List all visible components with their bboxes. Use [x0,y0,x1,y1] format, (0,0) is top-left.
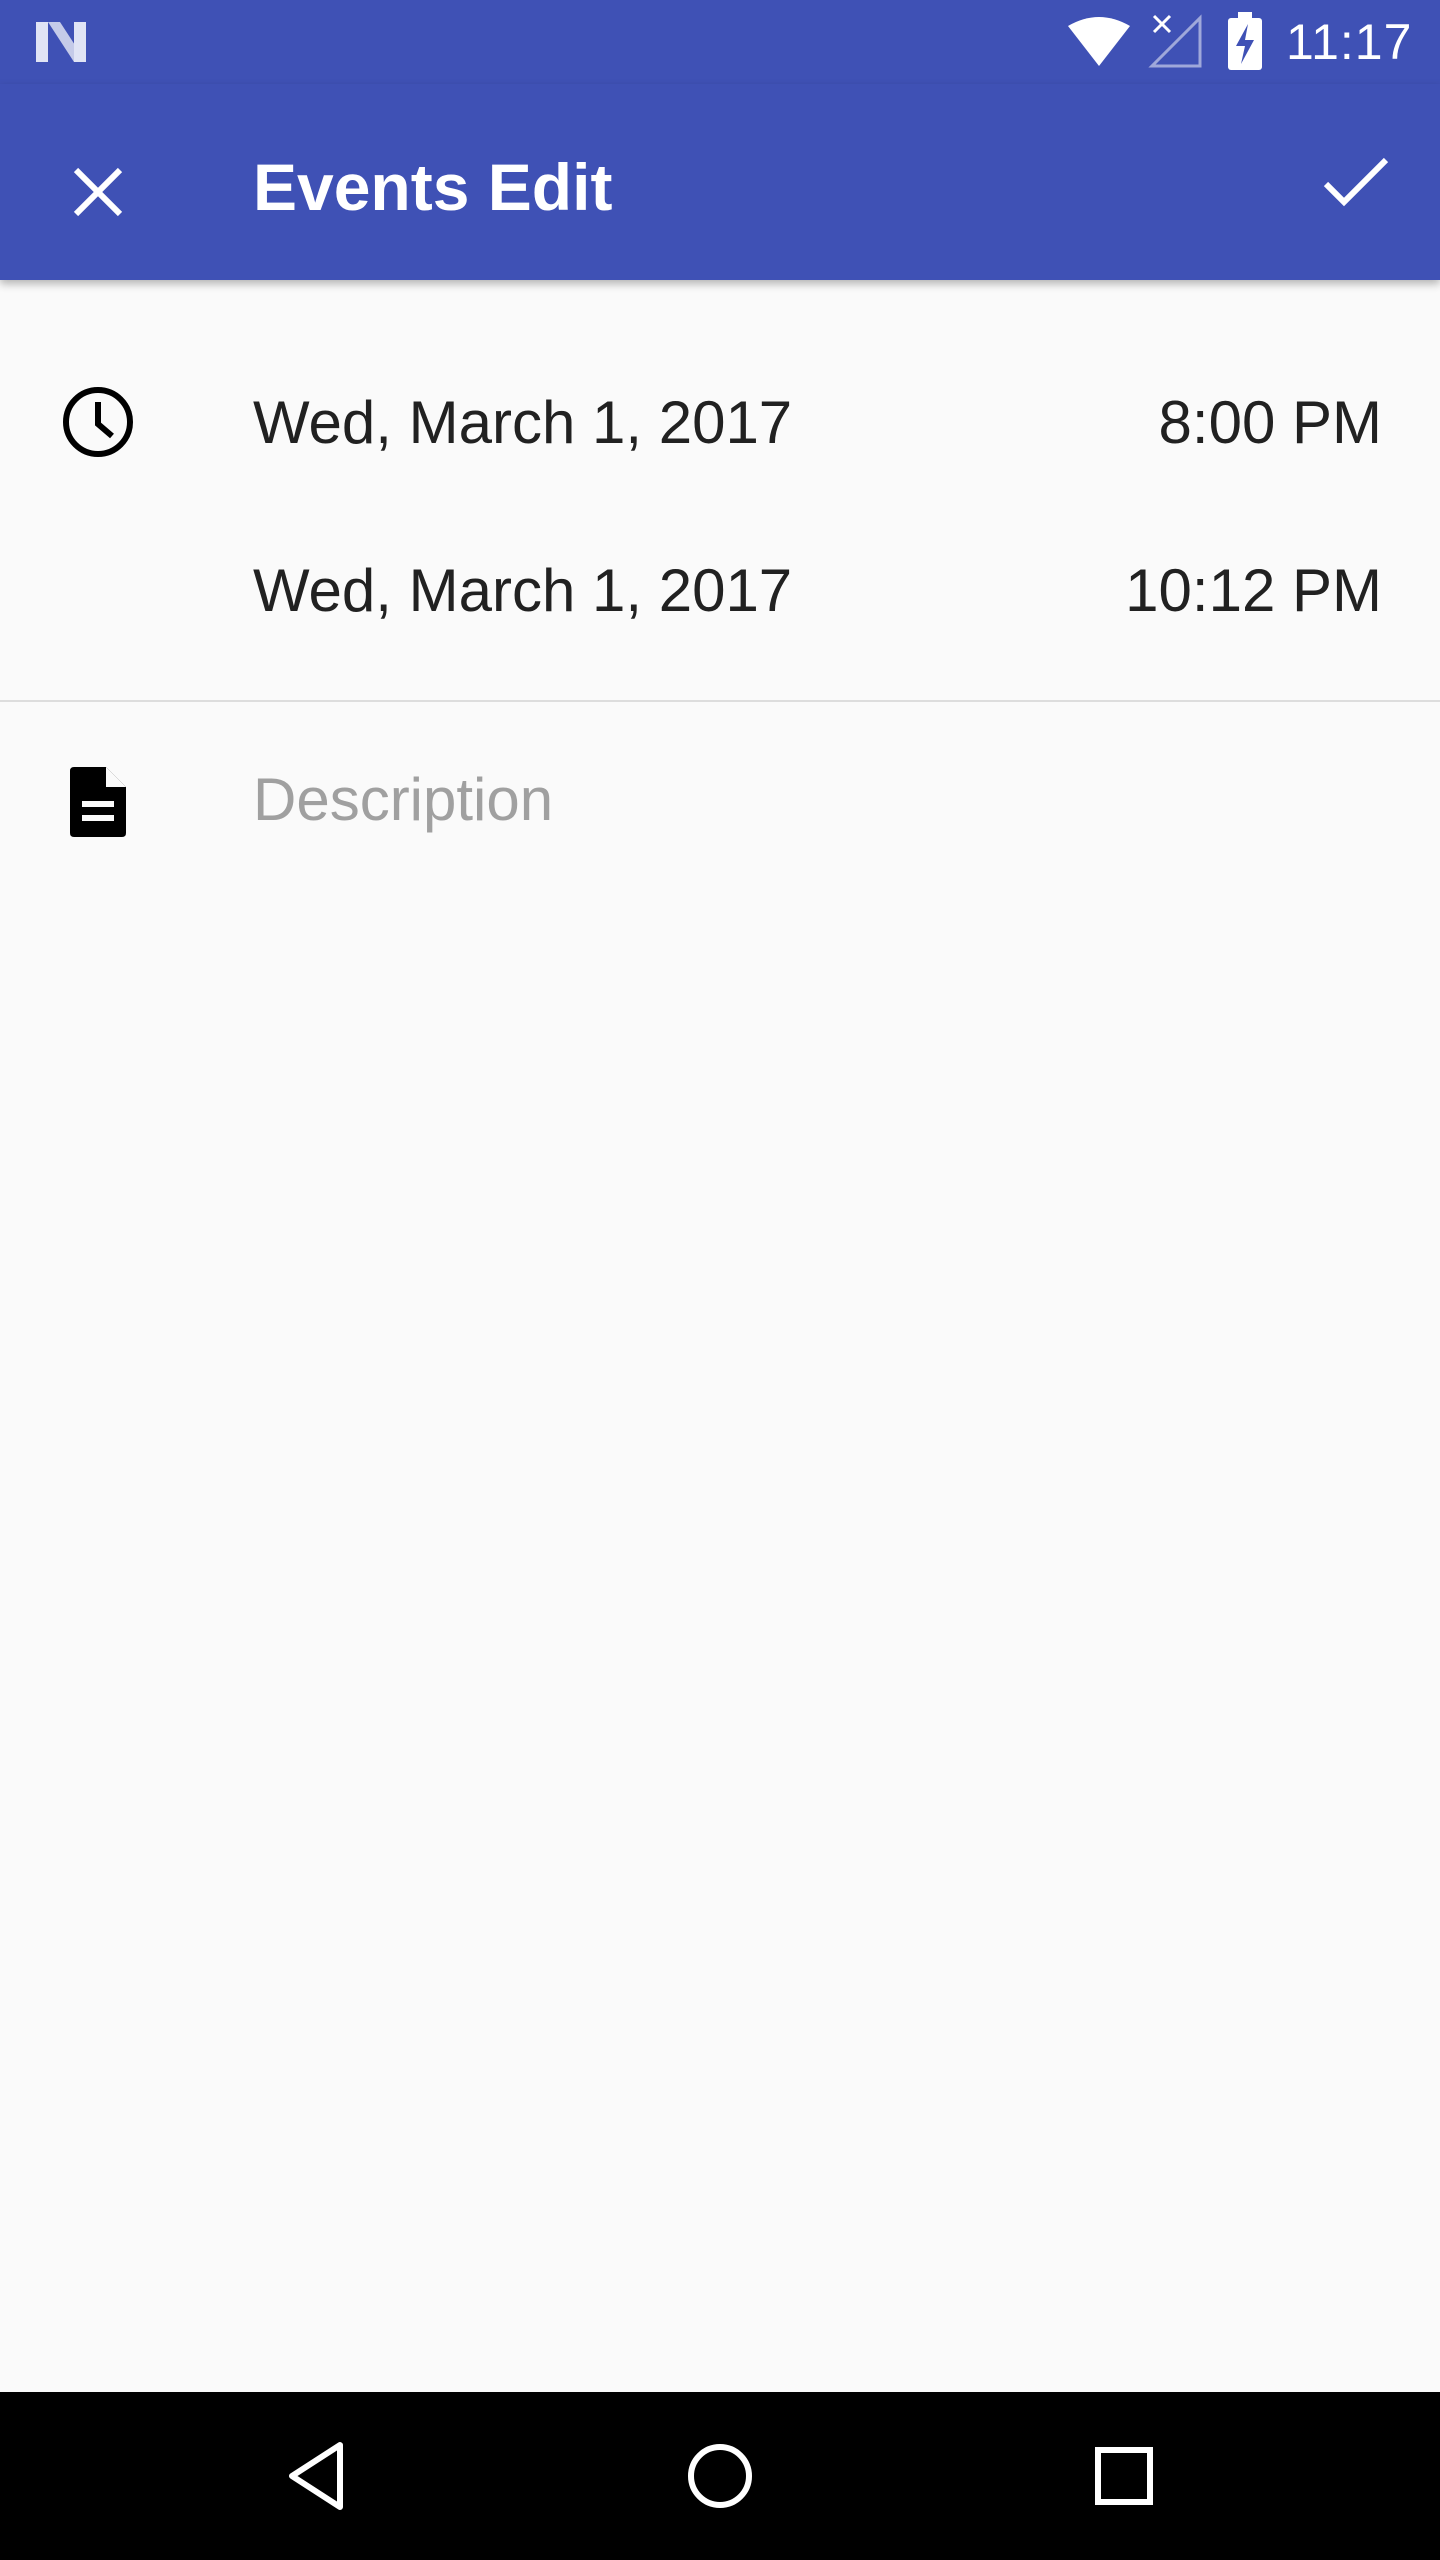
recents-button[interactable] [1074,2426,1174,2526]
end-time[interactable]: 10:12 PM [1125,556,1382,626]
end-datetime-row: Wed, March 1, 2017 10:12 PM [0,530,1440,650]
system-nav-bar [0,2392,1440,2560]
check-icon [1323,157,1389,207]
start-datetime-row: Wed, March 1, 2017 8:00 PM [0,362,1440,482]
save-button[interactable] [1308,134,1404,230]
page-title: Events Edit [253,150,613,224]
document-icon [70,767,126,837]
description-input[interactable] [253,756,1383,842]
wifi-icon [1068,17,1130,66]
n-logo-icon [36,22,86,62]
status-bar: 11:17 [0,0,1440,84]
start-date[interactable]: Wed, March 1, 2017 [253,388,792,458]
close-icon [73,167,123,217]
battery-charging-icon [1228,12,1262,70]
status-time: 11:17 [1286,14,1413,70]
event-time-section: Wed, March 1, 2017 8:00 PM Wed, March 1,… [0,280,1440,700]
start-time[interactable]: 8:00 PM [1159,388,1382,458]
description-section [0,702,1440,902]
end-date[interactable]: Wed, March 1, 2017 [253,556,792,626]
recents-icon [1095,2447,1153,2505]
app-bar: Events Edit [0,84,1440,280]
home-icon [688,2444,752,2508]
no-signal-icon [1148,14,1202,68]
home-button[interactable] [670,2426,770,2526]
close-button[interactable] [50,144,146,240]
back-button[interactable] [266,2426,366,2526]
back-icon [289,2442,343,2510]
